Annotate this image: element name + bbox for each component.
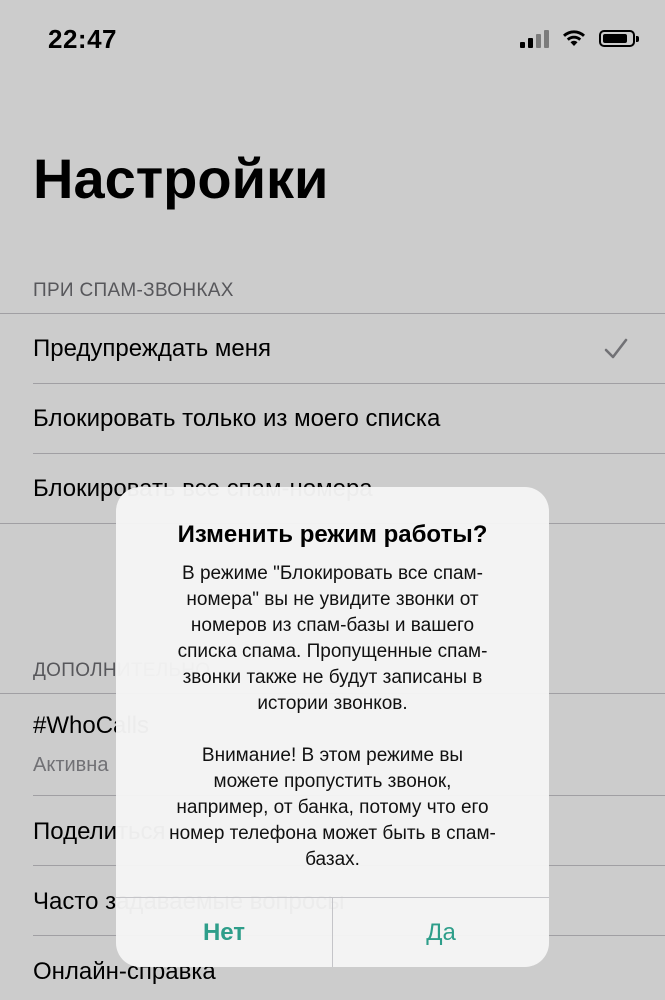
alert-message-line: номера" вы не увидите звонки от — [186, 589, 479, 610]
alert-message-line: номер телефона может быть в спам- — [169, 823, 496, 844]
alert-message: В режиме "Блокировать все спам- номера" … — [140, 561, 525, 873]
alert-message-line: базах. — [305, 849, 360, 870]
alert-message-line: В режиме "Блокировать все спам- — [182, 563, 483, 584]
alert-dialog: Изменить режим работы? В режиме "Блокиро… — [116, 487, 549, 967]
alert-message-line: номеров из спам-базы и вашего — [190, 615, 475, 636]
no-button[interactable]: Нет — [116, 898, 332, 967]
alert-message-line: Внимание! В этом режиме вы — [201, 745, 464, 766]
alert-message-line: списка спама. Пропущенные спам- — [177, 641, 488, 662]
alert-title: Изменить режим работы? — [177, 521, 488, 548]
alert-message-line: например, от банка, потому что его — [176, 797, 489, 818]
alert-message-line: звонки также не будут записаны в — [182, 667, 483, 688]
yes-button[interactable]: Да — [333, 898, 549, 967]
alert-message-line: можете пропустить звонок, — [213, 771, 452, 792]
alert-message-line: истории звонков. — [257, 693, 408, 714]
